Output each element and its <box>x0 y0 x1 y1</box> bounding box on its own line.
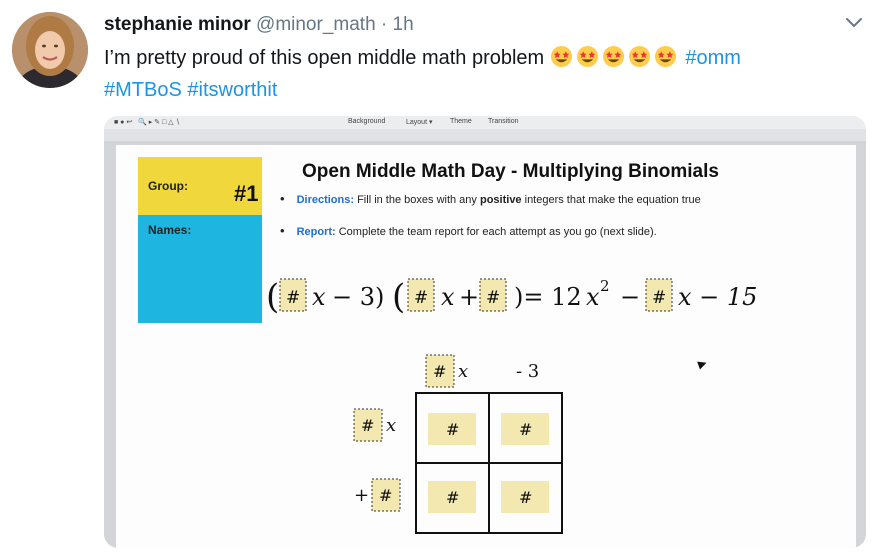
toolbar-icons: ■ ● ↩ 🔍 ▸ ✎ □ △ ∖ <box>114 119 180 126</box>
placeholder-box-c[interactable]: # <box>479 278 507 312</box>
grid-top-neg3: - 3 <box>516 361 539 382</box>
display-name[interactable]: stephanie minor <box>104 14 251 35</box>
grid-top-box[interactable]: # <box>425 354 455 388</box>
toolbar-transition[interactable]: Transition <box>488 118 518 125</box>
tweet-text: I’m pretty proud of this open middle mat… <box>104 44 864 104</box>
grid-left-x: x <box>386 415 396 436</box>
tweet-photo[interactable]: ■ ● ↩ 🔍 ▸ ✎ □ △ ∖ Background Layout ▾ Th… <box>104 116 866 548</box>
star-struck-emoji-icon <box>576 45 598 68</box>
svg-text:#: # <box>433 362 446 381</box>
paren-open-1: ( <box>266 277 279 317</box>
hashtag-omm[interactable]: #omm <box>685 47 741 69</box>
svg-text:#: # <box>379 486 392 505</box>
eq-minus: − <box>620 283 640 311</box>
toolbar-background[interactable]: Background <box>348 118 385 125</box>
grid-cell-2[interactable]: # <box>501 413 549 445</box>
tweet-header: stephanie minor @minor_math · 1h <box>104 14 414 36</box>
svg-text:#: # <box>446 488 459 507</box>
timestamp[interactable]: 1h <box>393 14 414 35</box>
grid-cell-4[interactable]: # <box>501 481 549 513</box>
avatar[interactable] <box>12 12 88 88</box>
svg-text:#: # <box>652 288 666 308</box>
placeholder-box-a[interactable]: # <box>279 278 307 312</box>
grid-top-x: x <box>458 361 468 382</box>
hashtag-itsworthit[interactable]: #itsworthit <box>187 79 277 101</box>
handle[interactable]: @minor_math <box>256 14 376 35</box>
placeholder-box-b[interactable]: # <box>407 278 435 312</box>
eq-equals-12: )= 12 <box>514 283 582 311</box>
svg-text:#: # <box>519 420 532 439</box>
eq-x-3: x <box>586 283 600 311</box>
grid-left-plus: + <box>354 485 369 506</box>
eq-x-1: x <box>312 283 326 311</box>
svg-text:#: # <box>486 288 500 308</box>
avatar-image <box>12 12 88 88</box>
chevron-down-icon[interactable] <box>845 16 863 30</box>
separator-dot: · <box>380 14 388 35</box>
star-struck-emoji-icon <box>550 45 572 68</box>
ruler <box>104 129 866 141</box>
star-struck-emoji-icon <box>628 45 650 68</box>
eq-minus-3: − 3) <box>332 283 384 311</box>
eq-x-2: x <box>441 283 455 311</box>
svg-text:#: # <box>286 288 300 308</box>
slides-toolbar: ■ ● ↩ 🔍 ▸ ✎ □ △ ∖ Background Layout ▾ Th… <box>104 116 866 129</box>
slide: Group: #1 Names: Open Middle Math Day - … <box>116 145 856 548</box>
tweet-body: I’m pretty proud of this open middle mat… <box>104 47 545 69</box>
grid-cell-1[interactable]: # <box>428 413 476 445</box>
svg-text:#: # <box>414 288 428 308</box>
eq-plus: + <box>459 283 479 311</box>
svg-text:#: # <box>361 416 374 435</box>
star-struck-emoji-icon <box>602 45 624 68</box>
svg-text:#: # <box>519 488 532 507</box>
svg-text:#: # <box>446 420 459 439</box>
eq-squared: 2 <box>600 277 610 295</box>
grid-left-box-1[interactable]: # <box>353 408 383 442</box>
toolbar-layout[interactable]: Layout ▾ <box>406 118 432 126</box>
placeholder-box-d[interactable]: # <box>645 278 673 312</box>
grid-left-box-2[interactable]: # <box>371 478 401 512</box>
star-struck-emoji-row <box>550 45 680 76</box>
hashtag-mtbos[interactable]: #MTBoS <box>104 79 182 101</box>
toolbar-theme[interactable]: Theme <box>450 118 472 125</box>
star-struck-emoji-icon <box>654 45 676 68</box>
grid-cell-3[interactable]: # <box>428 481 476 513</box>
equation-area-model: ( # x − 3) ( # x + # )= 12 x 2 − # x − 1… <box>266 277 757 534</box>
paren-open-2: ( <box>392 277 405 317</box>
eq-x-minus-15: x − 15 <box>678 283 757 311</box>
